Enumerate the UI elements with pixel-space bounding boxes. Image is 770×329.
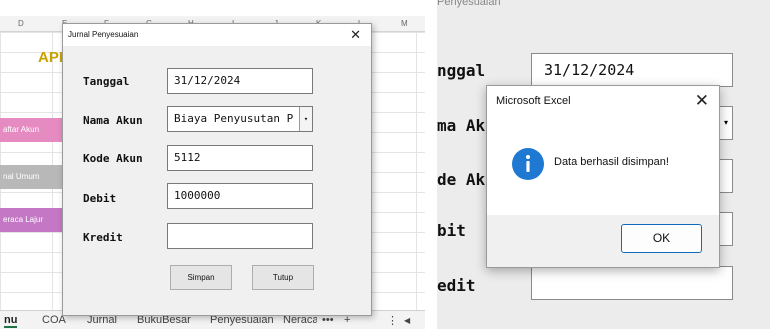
zoomed-form-view: Penyesuaian nggal 31/12/2024 ma Aku ▾ de… — [437, 0, 770, 329]
tanggal-input[interactable]: 31/12/2024 — [531, 53, 733, 87]
simpan-button[interactable]: Simpan — [170, 265, 232, 290]
ok-button[interactable]: OK — [621, 224, 702, 253]
message-box: Microsoft Excel ✕ Data berhasil disimpan… — [486, 85, 720, 268]
tutup-button[interactable]: Tutup — [252, 265, 314, 290]
debit-input[interactable]: 1000000 — [167, 183, 313, 209]
partial-title-text: Penyesuaian — [437, 0, 501, 8]
tanggal-label: nggal — [437, 61, 486, 80]
jurnal-umum-button[interactable]: nal Umum — [0, 165, 64, 189]
column-header[interactable]: M — [401, 19, 408, 28]
chevron-down-icon[interactable]: ▾ — [719, 106, 733, 140]
info-icon-glyph — [526, 155, 530, 172]
kode-akun-label: Kode Akun — [83, 152, 143, 165]
neraca-lajur-button[interactable]: eraca Lajur — [0, 208, 64, 232]
nama-akun-label: Nama Akun — [83, 114, 143, 127]
app-title: API — [38, 49, 64, 66]
message-box-title: Microsoft Excel — [496, 95, 571, 107]
debit-label: bit — [437, 221, 466, 240]
kredit-label: edit — [437, 276, 476, 295]
chevron-down-icon[interactable]: ▾ — [299, 107, 312, 131]
close-icon[interactable]: ✕ — [695, 91, 709, 111]
debit-label: Debit — [83, 192, 117, 205]
scroll-left-icon[interactable]: ◀ — [404, 316, 410, 325]
message-text: Data berhasil disimpan! — [554, 156, 669, 168]
vertical-more-icon[interactable]: ⋮ — [387, 314, 398, 327]
nama-akun-value: Biaya Penyusutan P — [174, 112, 294, 125]
jurnal-penyesuaian-form: Jurnal Penyesuaian ✕ Tanggal 31/12/2024 … — [62, 23, 372, 316]
nama-akun-combobox[interactable]: Biaya Penyusutan P ▾ — [167, 106, 313, 132]
form-title: Jurnal Penyesuaian — [68, 30, 139, 39]
kode-akun-input[interactable]: 5112 — [167, 145, 313, 171]
kredit-input[interactable] — [531, 266, 733, 300]
tanggal-input[interactable]: 31/12/2024 — [167, 68, 313, 94]
form-titlebar: Jurnal Penyesuaian ✕ — [63, 24, 371, 46]
kredit-input[interactable] — [167, 223, 313, 249]
excel-window-left: D E F G H I J K L M API aftar Akun nal U… — [0, 0, 425, 329]
daftar-akun-button[interactable]: aftar Akun — [0, 118, 64, 142]
message-box-body: Data berhasil disimpan! — [487, 118, 719, 215]
close-icon[interactable]: ✕ — [350, 27, 361, 43]
kredit-label: Kredit — [83, 231, 123, 244]
tanggal-label: Tanggal — [83, 75, 130, 88]
column-header[interactable]: D — [18, 19, 24, 28]
info-icon — [512, 148, 544, 180]
tab-menu[interactable]: nu — [4, 314, 18, 328]
message-box-titlebar: Microsoft Excel ✕ — [487, 86, 719, 118]
